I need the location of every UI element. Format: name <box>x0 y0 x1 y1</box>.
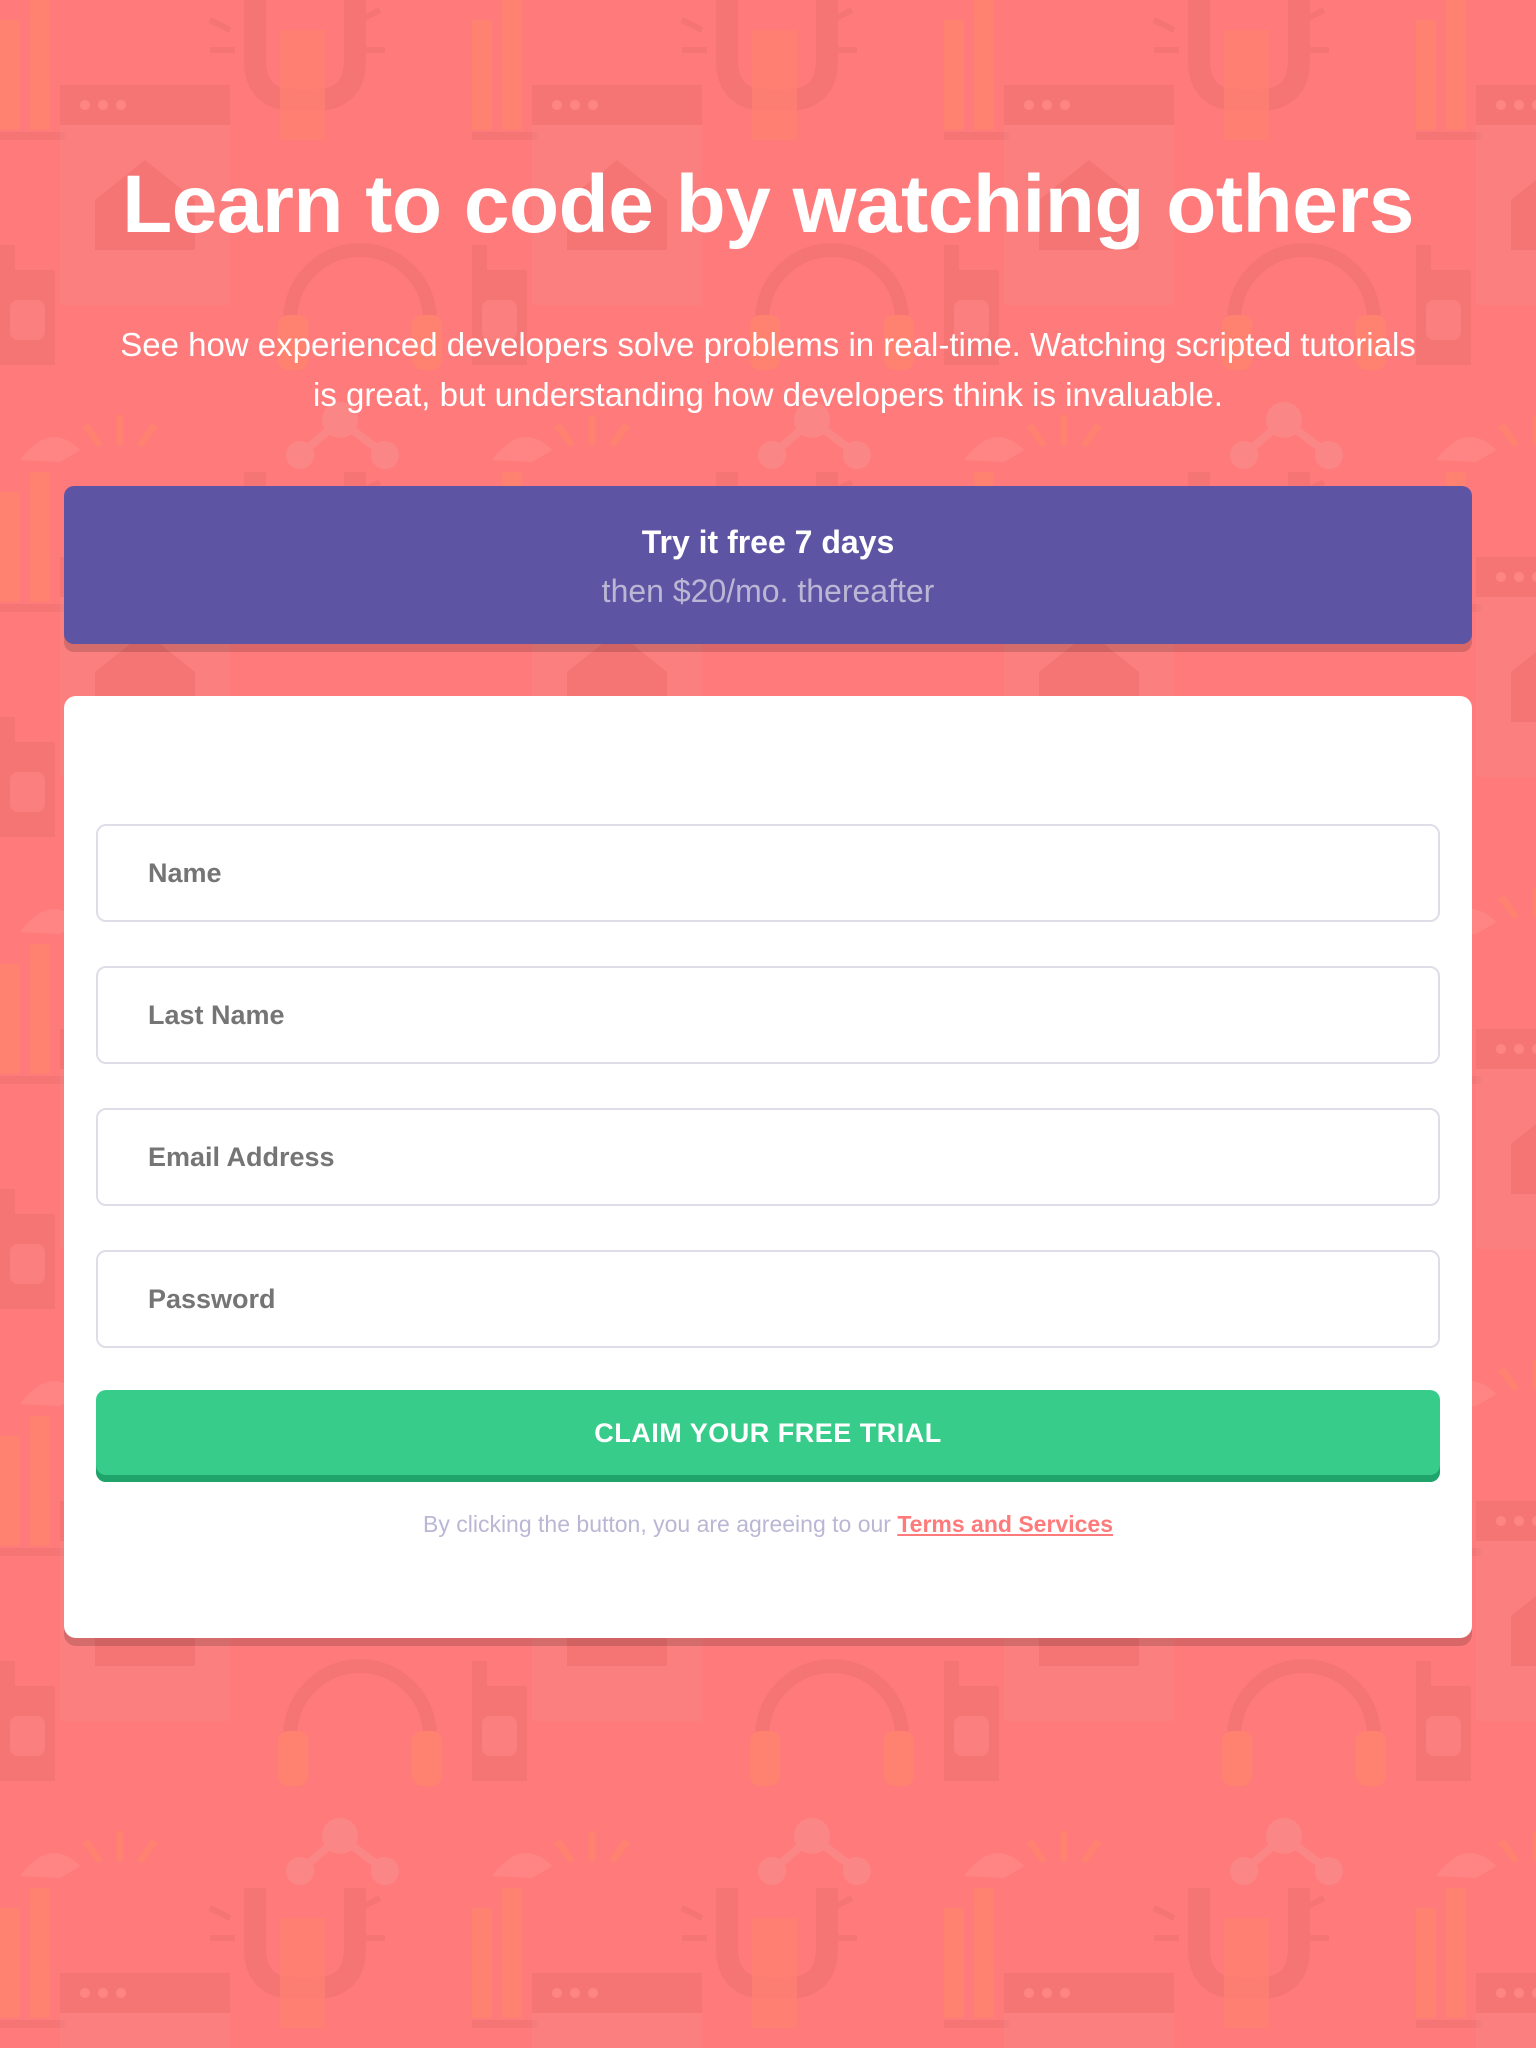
last-name-field[interactable] <box>96 966 1440 1064</box>
offer-title: Try it free 7 days <box>641 524 895 560</box>
terms-notice: By clicking the button, you are agreeing… <box>96 1508 1440 1540</box>
signup-form: CLAIM YOUR FREE TRIAL By clicking the bu… <box>64 696 1472 1638</box>
page-title: Learn to code by watching others <box>122 159 1414 250</box>
email-field[interactable] <box>96 1108 1440 1206</box>
page-content: Learn to code by watching others See how… <box>0 0 1536 2048</box>
terms-prefix-text: By clicking the button, you are agreeing… <box>423 1511 898 1537</box>
free-trial-banner: Try it free 7 days then $20/mo. thereaft… <box>64 486 1472 644</box>
offer-price-text: then $20/mo. thereafter <box>601 573 935 609</box>
terms-and-services-link[interactable]: Terms and Services <box>897 1511 1113 1537</box>
password-field[interactable] <box>96 1250 1440 1348</box>
first-name-field[interactable] <box>96 824 1440 922</box>
claim-free-trial-button[interactable]: CLAIM YOUR FREE TRIAL <box>96 1390 1440 1482</box>
page-description: See how experienced developers solve pro… <box>120 326 1416 413</box>
